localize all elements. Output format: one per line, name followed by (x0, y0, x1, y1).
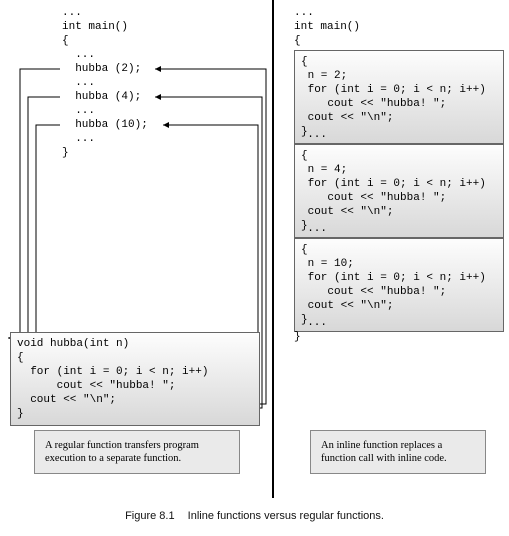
figure-container: ... int main() { ... hubba (2); ... hubb… (0, 0, 509, 536)
right-column: ... int main() { ... { n = 2; for (int i… (274, 0, 509, 498)
figure-caption-text: Inline functions versus regular function… (188, 510, 384, 522)
left-column: ... int main() { ... hubba (2); ... hubb… (0, 0, 272, 498)
right-trail-code: ... } (294, 316, 327, 344)
left-caption-box: A regular function transfers program exe… (34, 430, 240, 474)
function-definition-box: void hubba(int n) { for (int i = 0; i < … (10, 332, 260, 426)
right-sep-2: ... (294, 222, 327, 236)
figure-caption: Figure 8.1 Inline functions versus regul… (0, 510, 509, 522)
right-caption-box: An inline function replaces a function c… (310, 430, 486, 474)
figure-number: Figure 8.1 (125, 510, 175, 522)
right-sep-1: ... (294, 128, 327, 142)
